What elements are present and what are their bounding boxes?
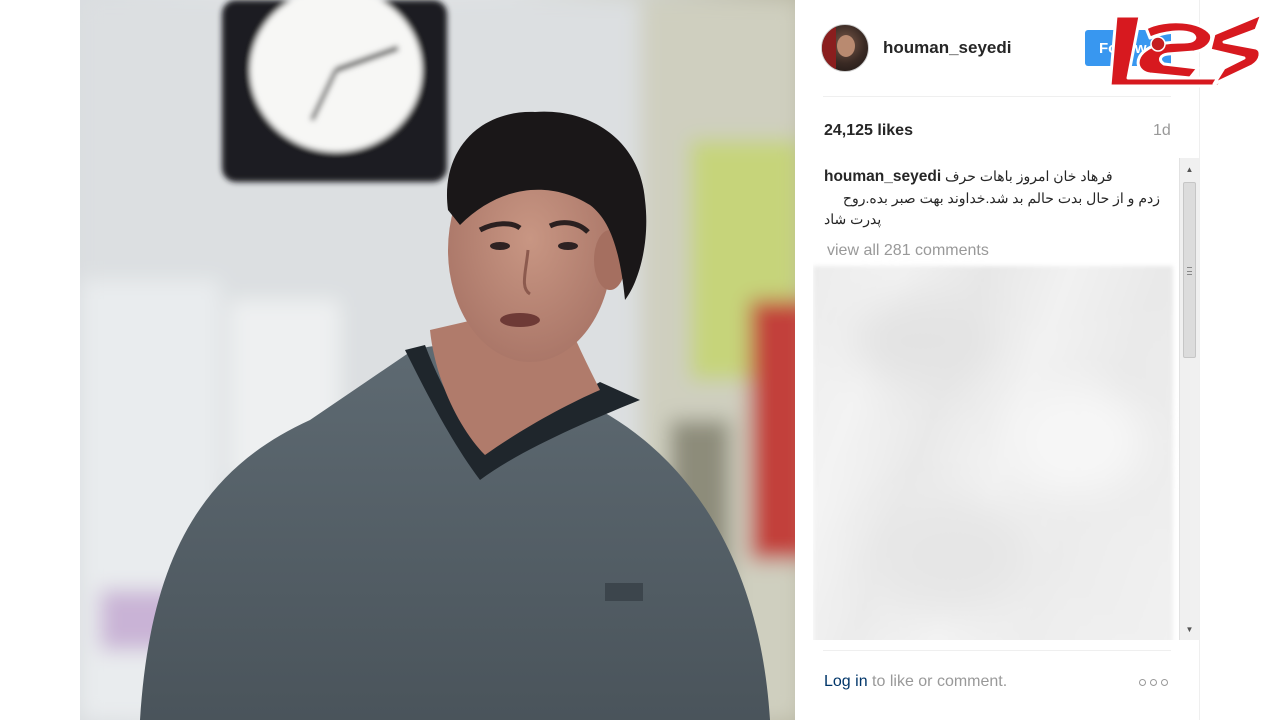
scrollbar-grip-icon — [1187, 267, 1192, 275]
caption-text-2: زدم و از حال بدت حالم بد شد.خداوند بهت ص… — [842, 190, 1160, 206]
blur-blob — [873, 496, 1033, 616]
caption-text-3: پدرت شاد — [824, 211, 882, 227]
more-dot — [1161, 678, 1168, 686]
blur-blob — [1013, 386, 1143, 496]
avatar-face — [837, 35, 855, 57]
login-link[interactable]: Log in — [824, 673, 868, 690]
blurred-comments — [813, 266, 1173, 640]
avatar[interactable] — [821, 24, 869, 72]
view-all-comments-link[interactable]: view all 281 comments — [827, 242, 989, 260]
comments-scroll-area[interactable]: houman_seyedi فرهاد خان امروز باهات حرف … — [813, 158, 1199, 640]
more-options-icon[interactable] — [1139, 674, 1171, 690]
site-logo-watermark — [1108, 12, 1264, 88]
caption-text-1: فرهاد خان امروز باهات حرف — [945, 168, 1113, 184]
post-side-panel: houman_seyedi Follow 24,125 likes 1d hou… — [795, 0, 1200, 720]
avatar-bg — [822, 25, 836, 71]
instagram-post-view: houman_seyedi Follow 24,125 likes 1d hou… — [0, 0, 1280, 720]
blur-blob — [853, 296, 993, 386]
post-photo-illustration — [80, 0, 795, 720]
caption-line-1: houman_seyedi فرهاد خان امروز باهات حرف — [824, 166, 1113, 187]
login-prompt-text: to like or comment. — [867, 673, 1008, 690]
username-link[interactable]: houman_seyedi — [883, 38, 1012, 58]
caption-username[interactable]: houman_seyedi — [824, 168, 941, 185]
divider — [823, 650, 1171, 651]
post-photo[interactable] — [80, 0, 795, 720]
scroll-up-arrow-icon[interactable]: ▲ — [1180, 160, 1199, 178]
post-time[interactable]: 1d — [1153, 122, 1171, 140]
login-prompt: Log in to like or comment. — [824, 673, 1007, 691]
scroll-down-arrow-icon[interactable]: ▼ — [1180, 620, 1199, 638]
scrollbar-thumb[interactable] — [1183, 182, 1196, 358]
comments-scrollbar[interactable]: ▲ ▼ — [1179, 158, 1199, 640]
likes-count[interactable]: 24,125 likes — [824, 122, 913, 140]
more-dot — [1139, 678, 1146, 686]
divider — [823, 96, 1171, 97]
more-dot — [1150, 678, 1157, 686]
